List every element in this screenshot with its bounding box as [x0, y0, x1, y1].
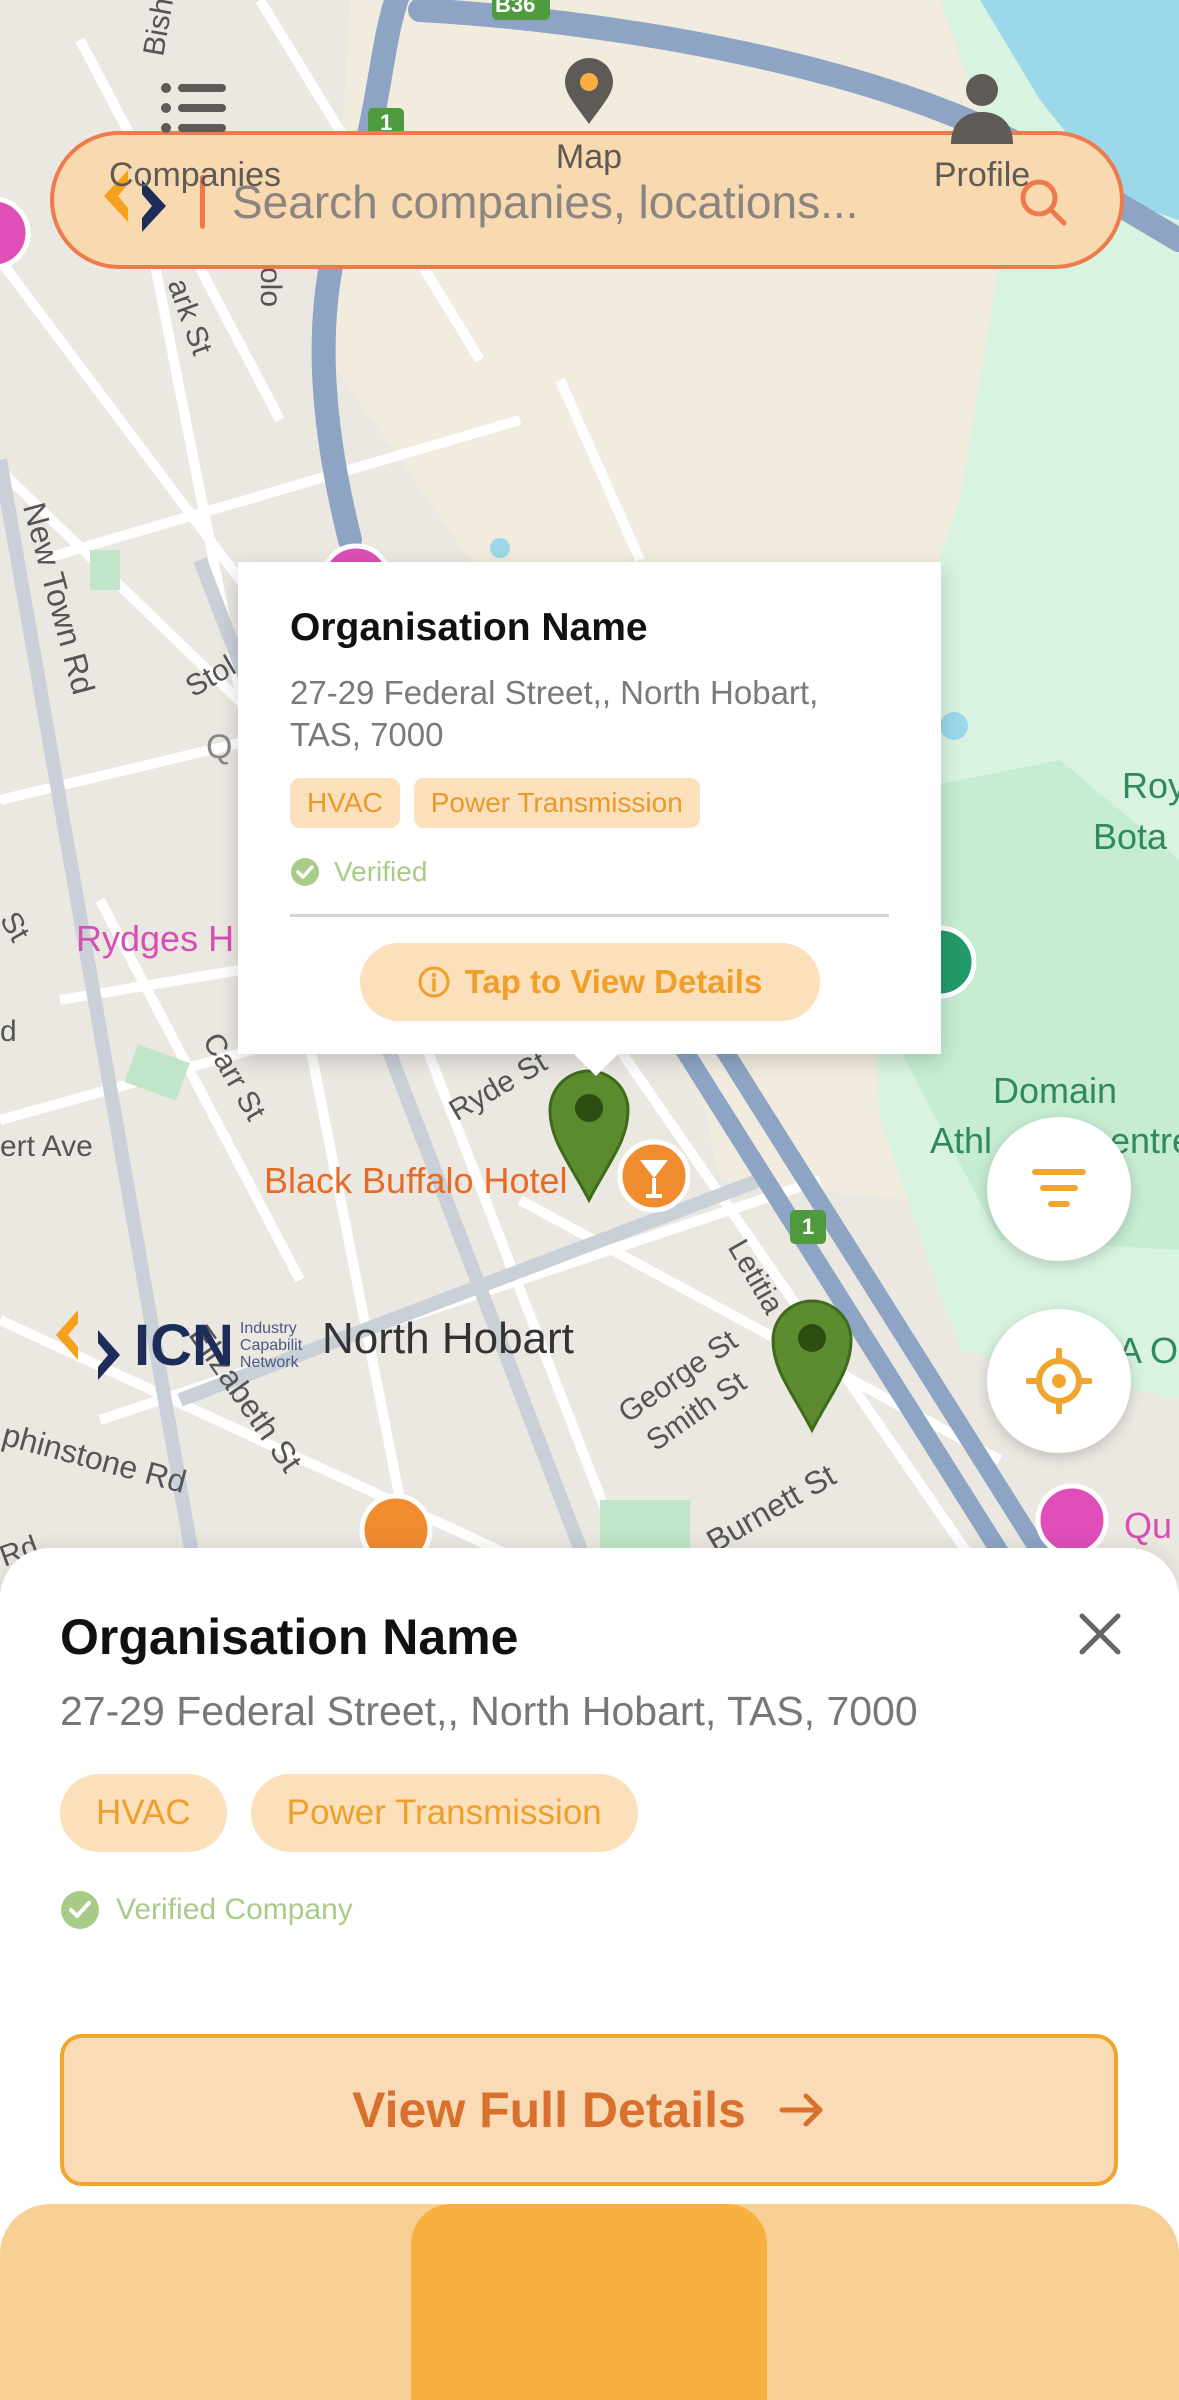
sheet-tag-power-transmission: Power Transmission: [250, 1774, 638, 1852]
athletic-label: Athl: [930, 1120, 993, 1161]
tab-map-label: Map: [555, 138, 623, 176]
filter-icon: [1032, 1169, 1086, 1207]
tab-profile[interactable]: Profile: [847, 0, 1117, 196]
royal-label: Roy: [1122, 765, 1179, 806]
view-full-details-button[interactable]: View Full Details: [60, 2034, 1118, 2186]
popup-verified: Verified: [290, 856, 889, 888]
popup-tag-hvac: HVAC: [290, 778, 400, 828]
tab-companies[interactable]: Companies: [60, 0, 330, 196]
arrow-right-icon: [779, 2093, 823, 2127]
popup-tags: HVAC Power Transmission: [290, 778, 889, 828]
person-icon: [951, 74, 1013, 144]
map-pin-icon: [565, 58, 613, 124]
tap-to-view-details-button[interactable]: Tap to View Details: [359, 943, 820, 1021]
icn-logo-sub1: Industry: [239, 1319, 297, 1337]
info-icon: [418, 966, 450, 998]
black-buffalo-label: Black Buffalo Hotel: [264, 1160, 568, 1201]
sheet-address: 27-29 Federal Street,, North Hobart, TAS…: [60, 1688, 918, 1734]
popup-divider: [290, 914, 889, 917]
sheet-tag-hvac: HVAC: [60, 1774, 227, 1852]
sheet-verified: Verified Company: [60, 1890, 353, 1930]
popup-title: Organisation Name: [290, 606, 648, 649]
bota-label: Bota: [1093, 816, 1168, 857]
sheet-title: Organisation Name: [60, 1609, 519, 1665]
tap-to-view-details-label: Tap to View Details: [464, 963, 763, 1000]
rydges-label: Rydges H: [76, 918, 235, 959]
verified-check-icon: [61, 1891, 99, 1929]
sheet-tags: HVAC Power Transmission: [60, 1774, 638, 1852]
list-icon: [161, 83, 226, 133]
icn-logo-text: ICN: [134, 1312, 234, 1378]
popup-address: 27-29 Federal Street,, North Hobart, TAS…: [290, 674, 819, 753]
close-icon[interactable]: [1070, 1604, 1130, 1664]
tab-map[interactable]: Map: [411, 0, 767, 196]
popup-tag-power-transmission: Power Transmission: [413, 778, 700, 828]
view-full-details-label: View Full Details: [352, 2082, 746, 2138]
icn-logo-sub3: Network: [239, 1353, 299, 1371]
my-location-button[interactable]: [987, 1309, 1131, 1453]
verified-check-icon: [291, 858, 319, 886]
tab-companies-label: Companies: [109, 156, 281, 194]
tab-profile-label: Profile: [933, 156, 1031, 194]
tab-active-highlight: [411, 2204, 767, 2400]
icn-logo-sub2: Capabilit: [239, 1336, 303, 1354]
street-ert-ave-label: ert Ave: [0, 1130, 93, 1163]
map-info-popup[interactable]: Organisation Name 27-29 Federal Street,,…: [238, 562, 941, 1076]
filter-button[interactable]: [987, 1117, 1131, 1261]
crosshair-icon: [1026, 1348, 1092, 1414]
domain-label: Domain: [993, 1070, 1118, 1111]
street-olo-label: olo: [254, 266, 288, 308]
sheet-verified-label: Verified Company: [116, 1893, 353, 1926]
icn-logo: ICN Industry Capabilit Network: [48, 1305, 302, 1385]
q-label: Q: [206, 728, 233, 766]
route-1b-label: 1: [802, 1214, 815, 1239]
qu-label: Qu: [1124, 1505, 1173, 1546]
popup-verified-label: Verified: [334, 856, 428, 887]
north-hobart-label: North Hobart: [322, 1314, 574, 1363]
street-d-label: d: [0, 1015, 17, 1048]
